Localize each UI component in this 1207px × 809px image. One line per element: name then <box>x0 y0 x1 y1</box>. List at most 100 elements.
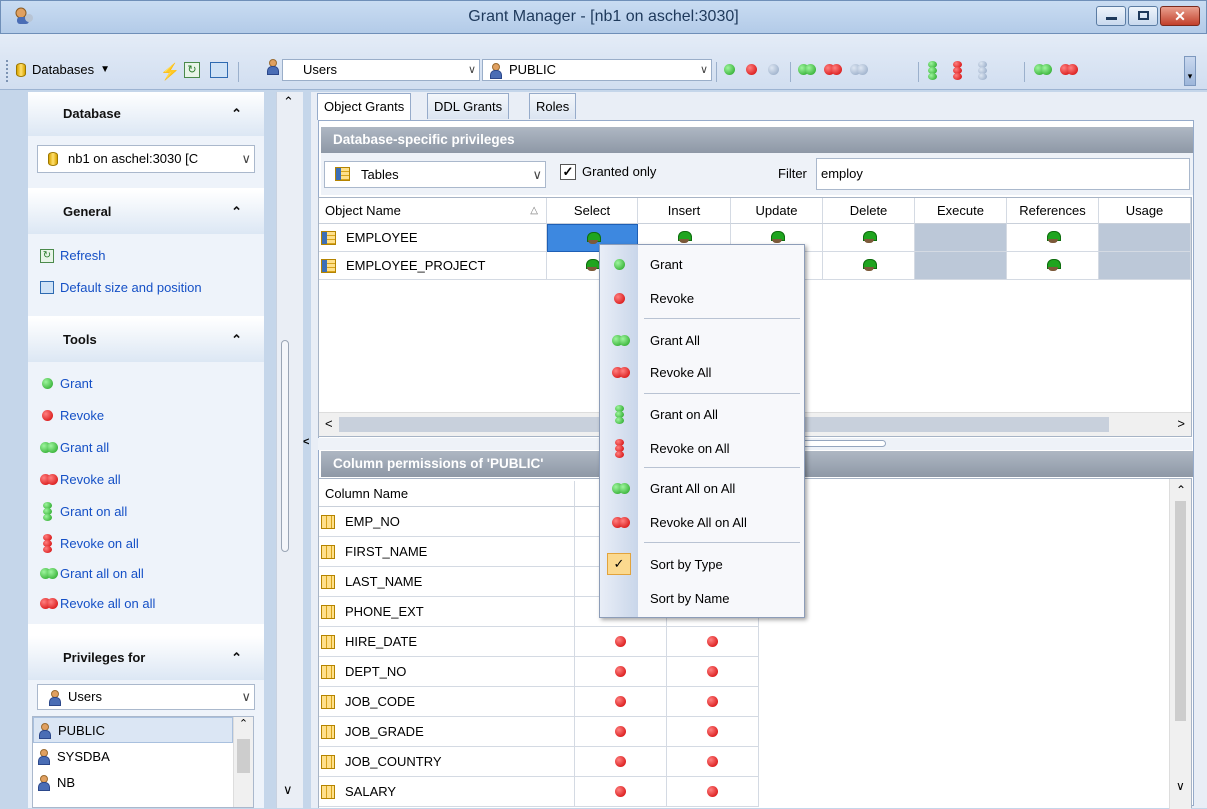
tool-grant-on-all[interactable]: Grant on all <box>40 502 127 521</box>
lightning-icon[interactable]: ⚡ <box>160 62 180 82</box>
chevron-up-icon[interactable]: ⌃ <box>1176 483 1186 497</box>
chevron-down-icon[interactable]: ∨ <box>283 782 293 798</box>
tab-roles[interactable]: Roles <box>529 93 577 119</box>
column-header[interactable]: Object Name △ <box>319 198 547 224</box>
toolbar-grip[interactable] <box>6 60 9 82</box>
default-size-link[interactable]: Default size and position <box>40 280 202 295</box>
column-header[interactable]: Update <box>731 198 823 224</box>
tool-revoke-all-on-all[interactable]: Revoke all on all <box>40 596 155 611</box>
column-header[interactable]: Select <box>547 198 638 224</box>
table-row[interactable]: DEPT_NO <box>319 657 575 687</box>
grid-cell[interactable] <box>667 687 759 717</box>
grid-cell[interactable] <box>823 252 915 280</box>
column-header[interactable]: Delete <box>823 198 915 224</box>
grid-cell[interactable] <box>575 717 667 747</box>
grantee-type-select[interactable]: Users ∨ <box>37 684 255 710</box>
chevron-up-icon[interactable]: ⌃ <box>283 94 294 110</box>
tool-grant[interactable]: Grant <box>40 376 93 391</box>
grid-cell[interactable] <box>667 777 759 807</box>
tab-object-grants[interactable]: Object Grants <box>317 93 412 120</box>
menu-item-grant-all-on-all[interactable]: Grant All on All <box>600 473 804 503</box>
grant-all-on-all-icon[interactable] <box>1034 64 1052 75</box>
column-header[interactable]: Insert <box>638 198 731 224</box>
list-item[interactable]: PUBLIC <box>33 717 233 743</box>
refresh-link[interactable]: ↻ Refresh <box>40 248 106 263</box>
chevron-left-icon[interactable]: < <box>325 416 333 431</box>
databases-dropdown[interactable]: Databases ▼ <box>16 62 110 77</box>
grant-icon[interactable] <box>724 64 735 75</box>
toolbar-overflow-icon[interactable]: ▾ <box>1184 56 1196 86</box>
scrollbar-thumb[interactable] <box>237 739 250 773</box>
list-item[interactable]: SYSDBA <box>33 743 233 769</box>
grid-cell[interactable] <box>667 657 759 687</box>
tool-grant-all-on-all[interactable]: Grant all on all <box>40 566 144 581</box>
granted-only-checkbox[interactable]: ✓ <box>560 164 576 180</box>
vertical-scrollbar[interactable]: ⌃ ∨ <box>1169 479 1191 809</box>
revoke-all-disabled-icon[interactable] <box>850 64 868 75</box>
splitter-arrow-icon[interactable]: < <box>303 436 309 448</box>
menu-item-revoke-all-on-all[interactable]: Revoke All on All <box>600 507 804 537</box>
maximize-button[interactable] <box>1128 6 1158 26</box>
grid-cell[interactable] <box>667 627 759 657</box>
menu-item-grant[interactable]: Grant <box>600 249 804 279</box>
chevron-down-icon[interactable]: ∨ <box>1176 779 1185 793</box>
collapse-icon[interactable]: ⌃ <box>231 636 242 680</box>
table-row[interactable]: SALARY <box>319 777 575 807</box>
tools-section-header[interactable]: Tools ⌃ <box>28 318 264 362</box>
general-section-header[interactable]: General ⌃ <box>28 190 264 234</box>
table-row[interactable]: JOB_CODE <box>319 687 575 717</box>
revoke-on-all-icon[interactable] <box>953 61 962 80</box>
collapse-icon[interactable]: ⌃ <box>231 318 242 362</box>
table-row[interactable]: JOB_COUNTRY <box>319 747 575 777</box>
grid-cell[interactable] <box>667 717 759 747</box>
column-header[interactable]: Usage <box>1099 198 1191 224</box>
table-row[interactable]: PHONE_EXT <box>319 597 575 627</box>
grid-cell[interactable] <box>575 687 667 717</box>
tool-revoke[interactable]: Revoke <box>40 408 104 423</box>
grid-cell[interactable] <box>575 777 667 807</box>
revoke-all-icon[interactable] <box>824 64 842 75</box>
revoke-on-all-disabled-icon[interactable] <box>978 61 987 80</box>
close-button[interactable]: ✕ <box>1160 6 1200 26</box>
collapse-icon[interactable]: ⌃ <box>231 92 242 136</box>
column-header[interactable]: Column Name <box>319 481 575 507</box>
database-select[interactable]: nb1 on aschel:3030 [C ∨ <box>37 145 255 173</box>
chevron-up-icon[interactable]: ⌃ <box>234 717 253 730</box>
revoke-icon[interactable] <box>746 64 757 75</box>
menu-item-grant-all[interactable]: Grant All <box>600 325 804 355</box>
default-size-icon[interactable] <box>210 62 228 78</box>
grant-all-icon[interactable] <box>798 64 816 75</box>
grid-cell[interactable] <box>575 747 667 777</box>
table-row[interactable]: EMPLOYEE_PROJECT <box>319 252 547 280</box>
database-section-header[interactable]: Database ⌃ <box>28 92 264 136</box>
menu-item-revoke[interactable]: Revoke <box>600 283 804 313</box>
grid-cell[interactable] <box>1007 252 1099 280</box>
menu-item-sort-by-name[interactable]: Sort by Name <box>600 583 804 613</box>
grid-cell[interactable] <box>823 224 915 252</box>
object-type-select[interactable]: Tables ∨ <box>324 161 546 188</box>
tab-ddl-grants[interactable]: DDL Grants <box>427 93 510 119</box>
menu-item-grant-on-all[interactable]: Grant on All <box>600 399 804 429</box>
table-row[interactable]: EMPLOYEE <box>319 224 547 252</box>
filter-input[interactable]: employ <box>816 158 1190 190</box>
chevron-right-icon[interactable]: > <box>1177 416 1185 431</box>
sidebar-scrollbar[interactable]: ⌃ ∨ <box>276 92 303 808</box>
grid-cell[interactable] <box>575 657 667 687</box>
menu-item-revoke-all[interactable]: Revoke All <box>600 357 804 387</box>
table-row[interactable]: FIRST_NAME <box>319 537 575 567</box>
collapse-icon[interactable]: ⌃ <box>231 190 242 234</box>
minimize-button[interactable] <box>1096 6 1126 26</box>
grantee-combo[interactable]: PUBLIC ∨ <box>482 59 712 81</box>
list-item[interactable]: NB <box>33 769 233 795</box>
menu-item-sort-by-type[interactable]: ✓ Sort by Type <box>600 549 804 579</box>
grid-cell[interactable] <box>1007 224 1099 252</box>
menu-item-revoke-on-all[interactable]: Revoke on All <box>600 433 804 463</box>
column-header[interactable]: Execute <box>915 198 1007 224</box>
scrollbar-thumb[interactable] <box>1175 501 1186 721</box>
table-row[interactable]: JOB_GRADE <box>319 717 575 747</box>
tool-revoke-on-all[interactable]: Revoke on all <box>40 534 139 553</box>
table-row[interactable]: LAST_NAME <box>319 567 575 597</box>
privileges-for-section-header[interactable]: Privileges for ⌃ <box>28 636 264 680</box>
revoke-disabled-icon[interactable] <box>768 64 779 75</box>
grant-on-all-icon[interactable] <box>928 61 937 80</box>
